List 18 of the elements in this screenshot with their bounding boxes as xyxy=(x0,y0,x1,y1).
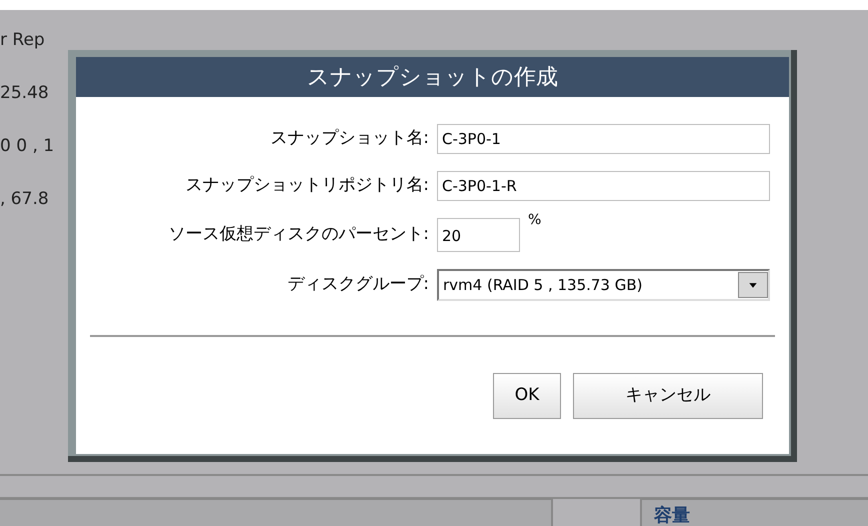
dropdown[interactable]: rvm4 (RAID 5 , 135.73 GB) xyxy=(437,269,770,301)
caret-icon xyxy=(738,272,768,298)
field-label: ディスクグループ: xyxy=(286,273,429,296)
field-label: ソース仮想ディスクのパーセント: xyxy=(167,223,429,246)
background-text: r Rep xyxy=(0,29,46,50)
field-label: スナップショットリポジトリ名: xyxy=(184,174,429,198)
panel-heading: 容量 xyxy=(654,505,690,526)
text-field[interactable]: C-3P0-1 xyxy=(437,124,770,154)
ok-button[interactable]: OK xyxy=(493,373,561,419)
dialog-title: スナップショットの作成 xyxy=(307,64,558,92)
field-label: スナップショット名: xyxy=(269,127,429,150)
percent-field[interactable]: 20 xyxy=(437,218,520,252)
background-text: , 67.8 xyxy=(0,188,50,209)
unit-label: % xyxy=(528,211,542,230)
background-text: 25.48 xyxy=(0,82,50,103)
background-text: 0 0 , 1 xyxy=(0,135,56,156)
text-field[interactable]: C-3P0-1-R xyxy=(437,171,770,201)
cancel-button[interactable]: キャンセル xyxy=(573,373,763,419)
